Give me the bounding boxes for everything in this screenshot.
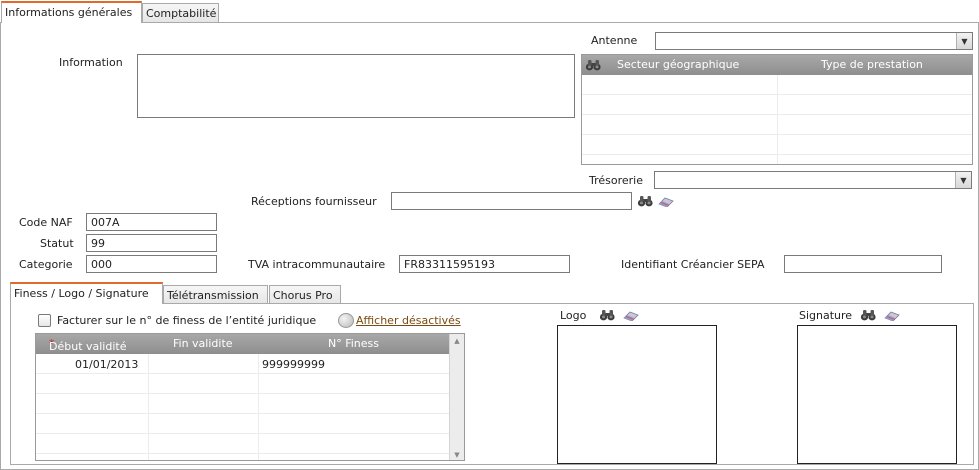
information-textarea[interactable] — [137, 54, 575, 118]
chevron-down-icon[interactable]: ▼ — [955, 172, 971, 188]
binoculars-icon[interactable] — [585, 59, 603, 71]
chevron-down-icon[interactable]: ▼ — [956, 33, 972, 49]
finess-grid: Début validité * Fin validite N° Finess … — [35, 333, 465, 461]
table-row — [36, 394, 449, 414]
tresorerie-label: Trésorerie — [589, 174, 644, 187]
binoculars-icon[interactable] — [599, 309, 617, 321]
col-numero-finess: N° Finess — [328, 337, 380, 350]
sepa-label: Identifiant Créancier SEPA — [621, 258, 765, 271]
table-row — [36, 374, 449, 394]
tva-input[interactable] — [399, 255, 570, 273]
table-row — [36, 414, 449, 434]
eraser-icon[interactable] — [622, 309, 640, 321]
code-naf-input[interactable] — [86, 213, 217, 231]
scrollbar[interactable]: ▲ ▼ — [449, 334, 464, 460]
afficher-desactives-link[interactable]: Afficher désactivés — [356, 314, 461, 327]
tab-comptabilite[interactable]: Comptabilité — [142, 3, 219, 24]
categorie-input[interactable] — [86, 255, 217, 273]
col-secteur: Secteur géographique — [617, 58, 740, 71]
eraser-icon[interactable] — [657, 195, 675, 207]
col-fin-validite: Fin validite — [173, 337, 233, 350]
tab-finess-logo-signature[interactable]: Finess / Logo / Signature — [10, 282, 163, 304]
logo-image-box[interactable] — [557, 325, 717, 464]
tresorerie-select[interactable]: ▼ — [654, 171, 972, 189]
grid-divider — [258, 354, 259, 460]
table-row — [36, 434, 449, 454]
grid-divider — [777, 75, 778, 164]
finess-grid-header: Début validité * Fin validite N° Finess — [36, 334, 449, 354]
col-type-prestation: Type de prestation — [821, 58, 923, 71]
cell-numero: 999999999 — [262, 358, 325, 371]
col-debut-validite: Début validité * — [49, 337, 127, 353]
table-row[interactable]: 01/01/2013 999999999 — [36, 354, 449, 374]
tab-informations-generales[interactable]: Informations générales — [1, 1, 142, 23]
information-label: Information — [59, 56, 123, 69]
toggle-icon[interactable] — [338, 313, 354, 328]
scroll-down-icon[interactable]: ▼ — [450, 448, 464, 460]
signature-label: Signature — [799, 309, 853, 322]
grid-divider — [148, 354, 149, 460]
secteur-grid-header: Secteur géographique Type de prestation — [582, 55, 972, 75]
logo-label: Logo — [560, 309, 587, 322]
antenne-label: Antenne — [591, 34, 638, 47]
facturer-checkbox[interactable] — [38, 314, 51, 327]
sepa-input[interactable] — [784, 255, 942, 273]
antenne-select[interactable]: ▼ — [655, 32, 973, 50]
binoculars-icon[interactable] — [860, 309, 878, 321]
receptions-label: Réceptions fournisseur — [251, 195, 377, 208]
cell-debut: 01/01/2013 — [75, 358, 139, 371]
tva-label: TVA intracommunautaire — [248, 258, 386, 271]
secteur-grid: Secteur géographique Type de prestation — [581, 54, 973, 165]
receptions-input[interactable] — [391, 192, 632, 210]
scroll-up-icon[interactable]: ▲ — [450, 334, 464, 348]
categorie-label: Categorie — [19, 258, 73, 271]
facturer-checkbox-label: Facturer sur le n° de finess de l’entité… — [57, 314, 317, 327]
statut-input[interactable] — [86, 234, 217, 252]
statut-label: Statut — [40, 237, 74, 250]
signature-image-box[interactable] — [797, 325, 957, 464]
binoculars-icon[interactable] — [637, 195, 655, 207]
code-naf-label: Code NAF — [19, 216, 73, 229]
eraser-icon[interactable] — [883, 309, 901, 321]
